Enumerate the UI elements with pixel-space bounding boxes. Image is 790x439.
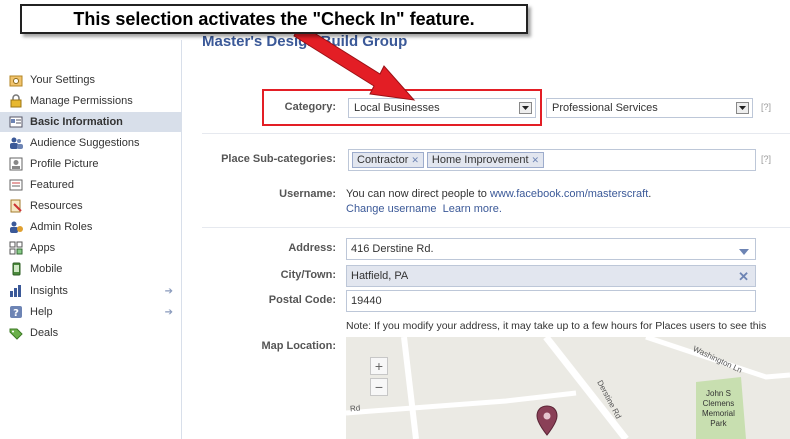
annotation-arrow bbox=[293, 23, 416, 101]
annotation-callout: This selection activates the "Check In" … bbox=[20, 4, 528, 34]
